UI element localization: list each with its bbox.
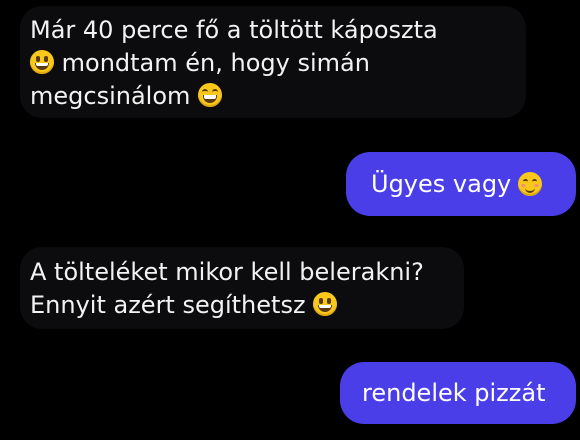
message-line: mondtam én, hogy simán <box>30 47 526 80</box>
message-text: Ügyes vagy <box>371 169 512 198</box>
message-text: rendelek pizzát <box>362 378 546 407</box>
message-text: Már 40 perce fő a töltött káposzta <box>30 16 438 44</box>
chat-conversation: Már 40 perce fő a töltött káposzta mondt… <box>0 0 580 440</box>
smiling-face-with-smiling-eyes-icon <box>518 172 543 196</box>
message-text: megcsinálom <box>30 82 191 110</box>
grinning-face-icon <box>30 50 54 74</box>
message-text: Ennyit azért segíthetsz <box>30 291 306 319</box>
message-line: Már 40 perce fő a töltött káposzta <box>30 14 526 47</box>
grinning-squinting-face-icon <box>198 83 223 107</box>
incoming-message-bubble[interactable]: A tölteléket mikor kell belerakni? Ennyi… <box>20 247 464 329</box>
outgoing-message-bubble[interactable]: rendelek pizzát <box>340 362 576 424</box>
message-line: megcsinálom <box>30 80 526 113</box>
incoming-message-bubble[interactable]: Már 40 perce fő a töltött káposzta mondt… <box>20 6 526 118</box>
message-text: A tölteléket mikor kell belerakni? <box>30 258 424 286</box>
message-line: A tölteléket mikor kell belerakni? <box>30 256 464 289</box>
grinning-face-icon <box>313 292 338 316</box>
message-text: mondtam én, hogy simán <box>61 49 370 77</box>
message-line: Ennyit azért segíthetsz <box>30 289 464 322</box>
outgoing-message-bubble[interactable]: Ügyes vagy <box>346 152 576 216</box>
